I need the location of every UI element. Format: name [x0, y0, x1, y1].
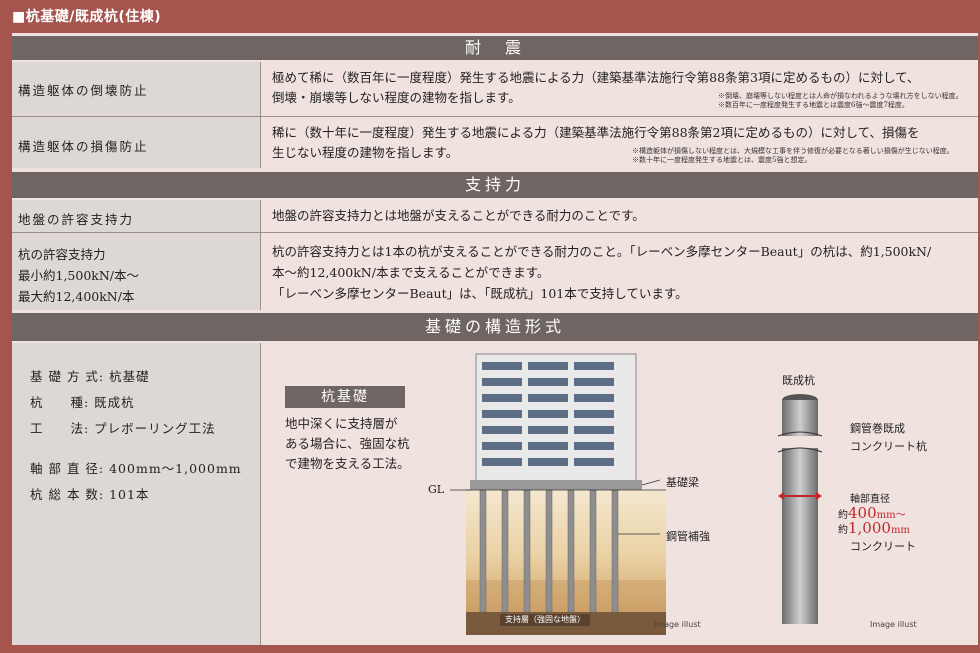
label-support-layer: 支持層（強固な地盤）: [500, 614, 590, 626]
row-label-damage: 構造躯体の損傷防止: [18, 139, 149, 154]
method-desc-2: ある場合に、強固な杭: [285, 436, 410, 451]
label-foundation-beam: 基礎梁: [666, 476, 699, 489]
spec-pile-type: 杭 種: 既成杭: [30, 395, 135, 410]
divider: [12, 232, 978, 233]
row-desc-ground-capacity: 地盤の許容支持力とは地盤が支えることができる耐力のことです。: [272, 208, 645, 223]
pile-capacity-max: 最大約12,400kN/本: [18, 289, 135, 304]
divider: [12, 116, 978, 117]
row-desc-pile-3: 「レーベン多摩センターBeaut」は、「既成杭」101本で支持しています。: [272, 286, 688, 301]
method-desc-3: で建物を支える工法。: [285, 456, 410, 471]
section-heading-bearing: 支持力: [12, 172, 978, 198]
row-label-pile-capacity: 杭の許容支持力: [18, 247, 106, 262]
label-steel-reinforcement: 鋼管補強: [666, 530, 710, 543]
image-illust-left: Image illust: [654, 620, 701, 629]
row-desc-pile-1: 杭の許容支持力とは1本の杭が支えることができる耐力のこと。「レーベン多摩センター…: [272, 244, 932, 259]
note-damage-1: ※構造躯体が損傷しない程度とは、大規模な工事を伴う修復が必要となる著しい損傷が生…: [632, 147, 954, 155]
row-label-ground-capacity: 地盤の許容支持力: [18, 212, 135, 227]
pile-label-concrete: コンクリート: [850, 540, 916, 553]
precast-pile-diagram: [777, 394, 823, 624]
spec-construction: 工 法: プレボーリング工法: [30, 421, 216, 436]
image-illust-right: Image illust: [870, 620, 917, 629]
method-desc-1: 地中深くに支持層が: [285, 416, 398, 431]
page-frame: ■杭基礎/既成杭(住棟) 耐 震 構造躯体の倒壊防止 極めて稀に（数百年に一度程…: [0, 0, 980, 653]
pile-foundation-diagram: [450, 353, 666, 635]
section-heading-foundation: 基礎の構造形式: [12, 313, 978, 341]
note-collapse-1: ※倒壊、崩壊等しない程度とは人命が損なわれるような壊れ方をしない程度。: [718, 92, 963, 100]
method-box-title: 杭基礎: [285, 386, 405, 408]
spec-total: 杭 総 本 数: 101本: [30, 487, 150, 502]
label-gl: GL: [428, 483, 445, 496]
row-desc-damage-2: 生じない程度の建物を指します。: [272, 145, 459, 160]
row-label-collapse: 構造躯体の倒壊防止: [18, 83, 149, 98]
note-damage-2: ※数十年に一度程度発生する地震とは、震度5強と想定。: [632, 156, 812, 164]
section-heading-seismic: 耐 震: [12, 36, 978, 60]
row-desc-pile-2: 本〜約12,400kN/本まで支えることができます。: [272, 265, 550, 280]
note-collapse-2: ※数百年に一度程度発生する地震とは震度6強〜震度7程度。: [718, 101, 909, 109]
pile-diameter-max: 約1,000mm: [838, 519, 910, 537]
page-title: ■杭基礎/既成杭(住棟): [12, 9, 162, 25]
row-desc-collapse-2: 倒壊・崩壊等しない程度の建物を指します。: [272, 90, 521, 105]
pile-label-steel: 鋼管巻既成: [850, 422, 905, 435]
pile-label-concrete-pile: コンクリート杭: [850, 440, 927, 453]
row-desc-damage-1: 稀に（数十年に一度程度）発生する地震による力（建築基準法施行令第88条第2項に定…: [272, 125, 920, 140]
row-desc-collapse-1: 極めて稀に（数百年に一度程度）発生する地震による力（建築基準法施行令第88条第3…: [272, 70, 920, 85]
spec-diameter: 軸 部 直 径: 400mm〜1,000mm: [30, 461, 242, 476]
pile-capacity-min: 最小約1,500kN/本〜: [18, 268, 140, 283]
spec-method: 基 礎 方 式: 杭基礎: [30, 369, 150, 384]
